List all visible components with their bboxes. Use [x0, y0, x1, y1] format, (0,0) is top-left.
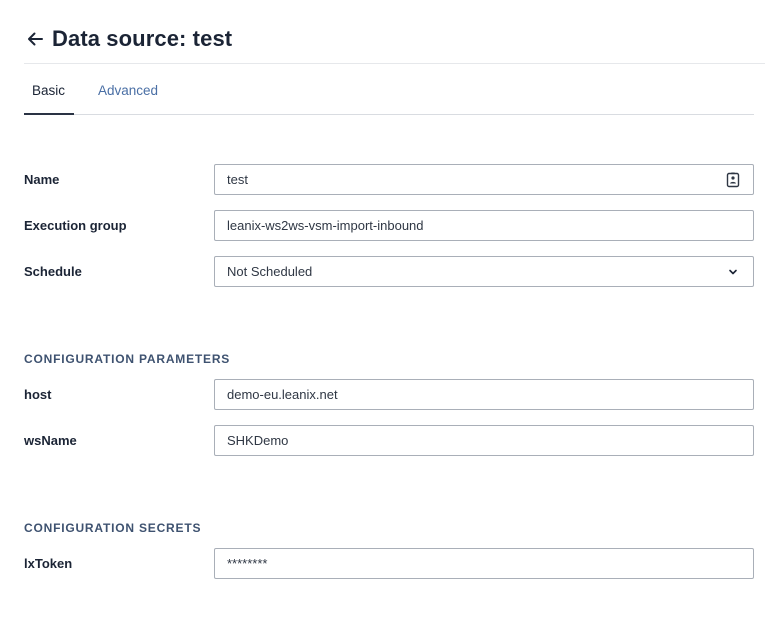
back-button[interactable] — [24, 28, 46, 50]
wsname-label: wsName — [24, 433, 77, 448]
lxtoken-label: lxToken — [24, 556, 73, 571]
schedule-label: Schedule — [24, 264, 82, 279]
wsname-field[interactable]: SHKDemo — [214, 425, 754, 456]
schedule-select[interactable]: Not Scheduled — [214, 256, 754, 287]
tab-advanced[interactable]: Advanced — [98, 66, 158, 115]
host-field[interactable]: demo-eu.leanix.net — [214, 379, 754, 410]
schedule-value: Not Scheduled — [227, 264, 313, 279]
schedule-row: Schedule Not Scheduled — [24, 256, 754, 287]
name-row: Name test — [24, 164, 754, 195]
tab-advanced-label: Advanced — [98, 83, 159, 98]
contact-card-icon[interactable] — [725, 172, 741, 188]
tabs-divider — [24, 114, 754, 115]
name-label: Name — [24, 172, 60, 187]
lxtoken-field[interactable]: ******** — [214, 548, 754, 579]
tab-bar: Basic Advanced — [24, 66, 754, 116]
data-source-page: Data source: test Basic Advanced Name te… — [0, 0, 765, 631]
configuration-secrets-title: CONFIGURATION SECRETS — [24, 521, 202, 535]
wsname-value: SHKDemo — [227, 433, 289, 448]
tab-basic[interactable]: Basic — [32, 66, 65, 115]
page-title: Data source: test — [52, 26, 233, 51]
host-value: demo-eu.leanix.net — [227, 387, 338, 402]
name-value: test — [227, 172, 248, 187]
execution-group-row: Execution group leanix-ws2ws-vsm-import-… — [24, 210, 754, 241]
host-row: host demo-eu.leanix.net — [24, 379, 754, 410]
wsname-row: wsName SHKDemo — [24, 425, 754, 456]
page-header: Data source: test — [24, 22, 232, 56]
name-field[interactable]: test — [214, 164, 754, 195]
execution-group-label: Execution group — [24, 218, 127, 233]
lxtoken-row: lxToken ******** — [24, 548, 754, 579]
execution-group-field[interactable]: leanix-ws2ws-vsm-import-inbound — [214, 210, 754, 241]
chevron-down-icon — [725, 264, 741, 280]
arrow-left-icon — [28, 32, 43, 46]
configuration-parameters-title: CONFIGURATION PARAMETERS — [24, 352, 231, 366]
lxtoken-value: ******** — [227, 556, 268, 571]
header-divider — [24, 63, 765, 64]
host-label: host — [24, 387, 52, 402]
tab-basic-label: Basic — [32, 83, 66, 98]
active-tab-indicator — [24, 113, 74, 115]
execution-group-value: leanix-ws2ws-vsm-import-inbound — [227, 218, 424, 233]
